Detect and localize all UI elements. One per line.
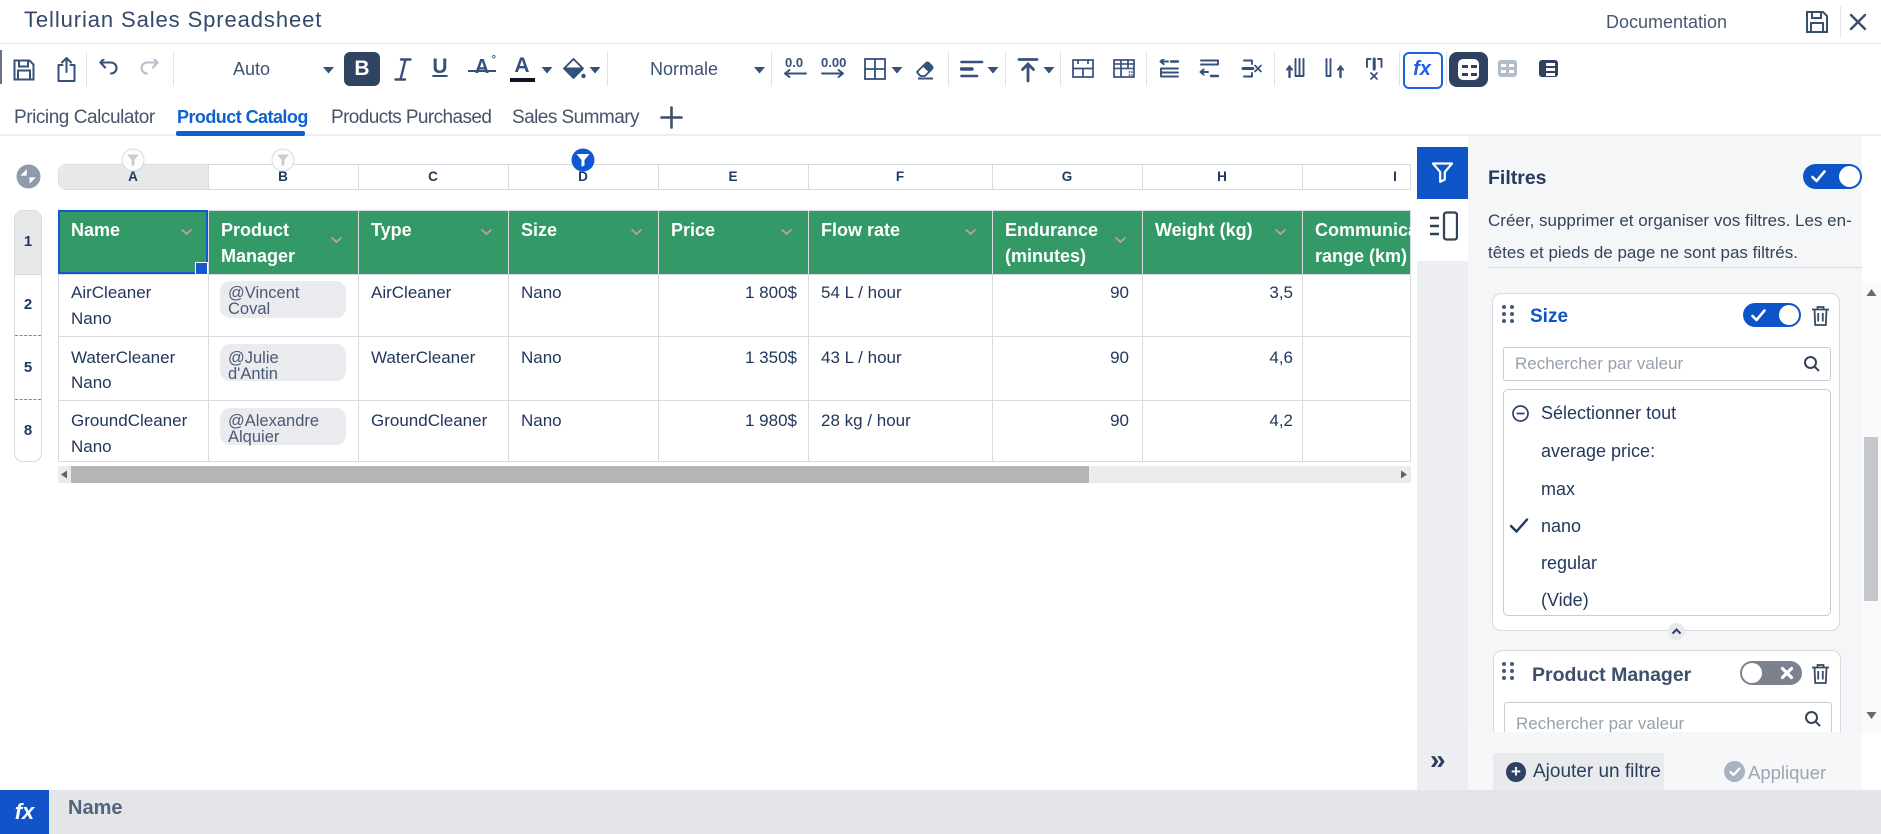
svg-text:0.00: 0.00 [821,56,846,70]
svg-text:0.0: 0.0 [785,56,803,70]
